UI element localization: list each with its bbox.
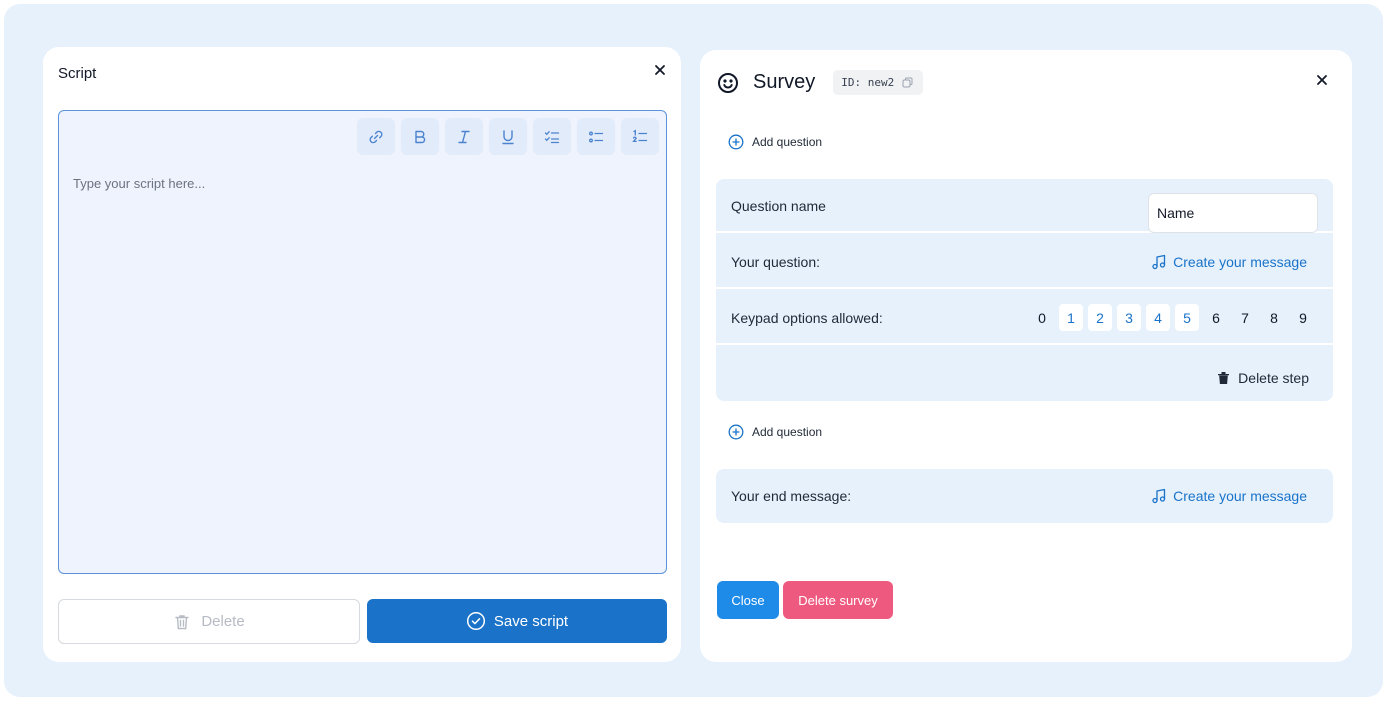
question-name-label: Question name (731, 198, 826, 214)
plus-circle-icon (728, 424, 744, 440)
bold-icon (415, 130, 426, 143)
delete-step-label: Delete step (1238, 370, 1309, 386)
keypad-key[interactable]: 5 (1175, 304, 1199, 331)
keypad-row: Keypad options allowed: 0123456789 (716, 291, 1333, 345)
add-question-button[interactable]: Add question (728, 424, 822, 440)
close-icon[interactable] (652, 62, 668, 78)
survey-title: Survey (753, 71, 816, 93)
smiley-icon (718, 72, 738, 93)
numbered-list-icon (632, 129, 648, 142)
add-question-button[interactable]: Add question (728, 134, 822, 150)
link-button[interactable] (357, 118, 395, 155)
add-question-label: Add question (752, 135, 823, 149)
your-question-label: Your question: (731, 254, 820, 270)
create-message-label: Create your message (1173, 488, 1307, 504)
create-message-label: Create your message (1173, 254, 1307, 270)
close-button[interactable]: Close (717, 581, 779, 619)
keypad-label: Keypad options allowed: (731, 310, 883, 326)
trash-icon (1218, 372, 1230, 384)
music-note-icon (1152, 254, 1166, 270)
keypad-key[interactable]: 8 (1262, 304, 1286, 331)
save-label: Save script (493, 612, 569, 630)
create-end-message-link[interactable]: Create your message (1151, 488, 1307, 504)
keypad-key[interactable]: 1 (1059, 304, 1083, 331)
end-message-label: Your end message: (731, 488, 852, 504)
question-name-input[interactable] (1148, 193, 1318, 233)
italic-button[interactable] (445, 118, 483, 155)
delete-script-button[interactable]: Delete (58, 599, 360, 644)
underline-icon (502, 129, 514, 144)
copy-icon[interactable] (902, 77, 913, 88)
numbered-list-button[interactable] (621, 118, 659, 155)
save-script-button[interactable]: Save script (367, 599, 667, 643)
checklist-icon (544, 130, 560, 143)
script-editor[interactable]: Type your script here... (58, 110, 667, 574)
keypad-key[interactable]: 3 (1117, 304, 1141, 331)
survey-id: ID: new2 (841, 76, 895, 89)
script-title: Script (58, 65, 97, 82)
keypad-key[interactable]: 6 (1204, 304, 1228, 331)
keypad-key[interactable]: 9 (1291, 304, 1315, 331)
link-icon (369, 130, 383, 143)
your-question-row: Your question: Create your message (716, 235, 1333, 289)
survey-id-chip[interactable]: ID: new2 (833, 70, 924, 95)
bullet-list-button[interactable] (577, 118, 615, 155)
trash-icon (175, 614, 190, 629)
survey-header: Survey ID: new2 (717, 70, 924, 95)
editor-toolbar (357, 118, 659, 155)
keypad-key[interactable]: 4 (1146, 304, 1170, 331)
survey-dialog: Survey ID: new2 Add question Question na… (700, 50, 1352, 662)
close-icon[interactable] (1314, 72, 1330, 88)
bullet-list-icon (589, 131, 604, 142)
keypad-options: 0123456789 (1030, 304, 1315, 331)
add-question-label: Add question (752, 425, 823, 439)
delete-step-row: Delete step (716, 347, 1333, 401)
keypad-key[interactable]: 7 (1233, 304, 1257, 331)
italic-icon (458, 130, 470, 143)
editor-placeholder: Type your script here... (73, 176, 206, 191)
delete-survey-button[interactable]: Delete survey (783, 581, 893, 619)
music-note-icon (1152, 488, 1166, 504)
plus-circle-icon (728, 134, 744, 150)
create-message-link[interactable]: Create your message (1151, 254, 1307, 270)
app-background: Script Type your script here... Delete S… (4, 4, 1383, 697)
delete-label: Delete (201, 613, 245, 630)
script-dialog: Script Type your script here... Delete S… (43, 47, 681, 662)
check-circle-icon (466, 611, 485, 631)
keypad-key[interactable]: 2 (1088, 304, 1112, 331)
delete-step-button[interactable]: Delete step (1217, 370, 1309, 386)
checklist-button[interactable] (533, 118, 571, 155)
question-name-row: Question name (716, 179, 1333, 233)
bold-button[interactable] (401, 118, 439, 155)
end-message-row: Your end message: Create your message (716, 469, 1333, 523)
question-step: Question name Your question: Create your… (716, 179, 1333, 401)
keypad-key[interactable]: 0 (1030, 304, 1054, 331)
underline-button[interactable] (489, 118, 527, 155)
